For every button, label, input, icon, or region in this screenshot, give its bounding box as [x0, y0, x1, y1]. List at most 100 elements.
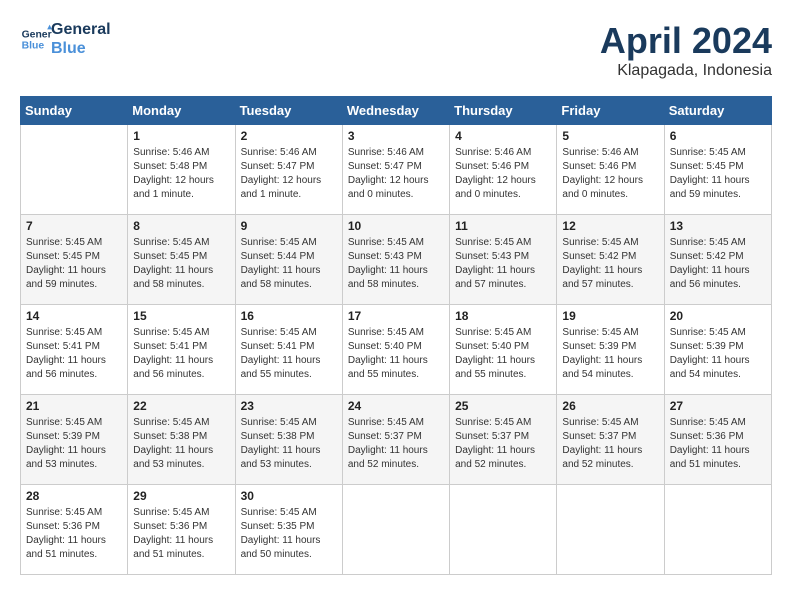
calendar-cell: 15 Sunrise: 5:45 AMSunset: 5:41 PMDayligh…	[128, 305, 235, 395]
calendar-cell: 21Sunrise: 5:45 AMSunset: 5:39 PMDayligh…	[21, 395, 128, 485]
day-number: 18	[455, 309, 551, 323]
day-number: 4	[455, 129, 551, 143]
calendar-cell: 18 Sunrise: 5:45 AMSunset: 5:40 PMDayligh…	[450, 305, 557, 395]
weekday-header-row: SundayMondayTuesdayWednesdayThursdayFrid…	[21, 97, 772, 125]
day-info: Sunrise: 5:45 AMSunset: 5:40 PMDaylight:…	[348, 326, 444, 382]
day-number: 13	[670, 219, 766, 233]
calendar-cell: 3Sunrise: 5:46 AMSunset: 5:47 PMDaylight…	[342, 125, 449, 215]
day-info: Sunrise: 5:46 AMSunset: 5:47 PMDaylight:…	[241, 146, 337, 202]
day-info: Sunrise: 5:45 AMSunset: 5:45 PMDaylight:…	[670, 146, 766, 202]
calendar-cell: 23 Sunrise: 5:45 AMSunset: 5:38 PMDayligh…	[235, 395, 342, 485]
day-number: 19	[562, 309, 658, 323]
calendar-cell: 20 Sunrise: 5:45 AMSunset: 5:39 PMDayligh…	[664, 305, 771, 395]
day-number: 3	[348, 129, 444, 143]
day-info: Sunrise: 5:45 AMSunset: 5:36 PMDaylight:…	[670, 416, 766, 472]
calendar-cell: 12 Sunrise: 5:45 AMSunset: 5:42 PMDayligh…	[557, 215, 664, 305]
day-info: Sunrise: 5:45 AMSunset: 5:45 PMDaylight:…	[133, 236, 229, 292]
week-row-1: 1Sunrise: 5:46 AMSunset: 5:48 PMDaylight…	[21, 125, 772, 215]
svg-text:Blue: Blue	[22, 41, 45, 52]
day-number: 14	[26, 309, 122, 323]
day-info: Sunrise: 5:45 AMSunset: 5:36 PMDaylight:…	[133, 506, 229, 562]
week-row-3: 14 Sunrise: 5:45 AMSunset: 5:41 PMDayligh…	[21, 305, 772, 395]
day-number: 7	[26, 219, 122, 233]
calendar-cell	[664, 485, 771, 575]
weekday-header-wednesday: Wednesday	[342, 97, 449, 125]
calendar-cell: 11 Sunrise: 5:45 AMSunset: 5:43 PMDayligh…	[450, 215, 557, 305]
day-number: 12	[562, 219, 658, 233]
day-info: Sunrise: 5:45 AMSunset: 5:42 PMDaylight:…	[562, 236, 658, 292]
day-number: 22	[133, 399, 229, 413]
day-info: Sunrise: 5:45 AMSunset: 5:37 PMDaylight:…	[348, 416, 444, 472]
week-row-5: 28Sunrise: 5:45 AMSunset: 5:36 PMDayligh…	[21, 485, 772, 575]
day-number: 23	[241, 399, 337, 413]
day-number: 11	[455, 219, 551, 233]
calendar-cell: 8 Sunrise: 5:45 AMSunset: 5:45 PMDaylight…	[128, 215, 235, 305]
calendar-cell: 6Sunrise: 5:45 AMSunset: 5:45 PMDaylight…	[664, 125, 771, 215]
calendar-cell: 17 Sunrise: 5:45 AMSunset: 5:40 PMDayligh…	[342, 305, 449, 395]
calendar-cell: 19 Sunrise: 5:45 AMSunset: 5:39 PMDayligh…	[557, 305, 664, 395]
day-info: Sunrise: 5:45 AMSunset: 5:43 PMDaylight:…	[455, 236, 551, 292]
calendar-cell: 16Sunrise: 5:45 AMSunset: 5:41 PMDayligh…	[235, 305, 342, 395]
day-number: 25	[455, 399, 551, 413]
logo-blue: Blue	[51, 39, 111, 58]
day-info: Sunrise: 5:45 AMSunset: 5:43 PMDaylight:…	[348, 236, 444, 292]
week-row-4: 21Sunrise: 5:45 AMSunset: 5:39 PMDayligh…	[21, 395, 772, 485]
weekday-header-sunday: Sunday	[21, 97, 128, 125]
page-header: General Blue General Blue April 2024 Kla…	[20, 20, 772, 80]
day-info: Sunrise: 5:45 AMSunset: 5:41 PMDaylight:…	[133, 326, 229, 382]
day-info: Sunrise: 5:45 AMSunset: 5:37 PMDaylight:…	[562, 416, 658, 472]
day-info: Sunrise: 5:45 AMSunset: 5:39 PMDaylight:…	[26, 416, 122, 472]
day-number: 16	[241, 309, 337, 323]
day-number: 30	[241, 489, 337, 503]
calendar-cell: 22 Sunrise: 5:45 AMSunset: 5:38 PMDayligh…	[128, 395, 235, 485]
svg-text:General: General	[22, 30, 52, 41]
day-info: Sunrise: 5:45 AMSunset: 5:44 PMDaylight:…	[241, 236, 337, 292]
day-info: Sunrise: 5:45 AMSunset: 5:39 PMDaylight:…	[562, 326, 658, 382]
day-number: 27	[670, 399, 766, 413]
week-row-2: 7 Sunrise: 5:45 AMSunset: 5:45 PMDaylight…	[21, 215, 772, 305]
weekday-header-friday: Friday	[557, 97, 664, 125]
calendar-cell: 29 Sunrise: 5:45 AMSunset: 5:36 PMDayligh…	[128, 485, 235, 575]
weekday-header-monday: Monday	[128, 97, 235, 125]
day-number: 2	[241, 129, 337, 143]
logo: General Blue General Blue	[20, 20, 111, 58]
calendar-cell: 9 Sunrise: 5:45 AMSunset: 5:44 PMDaylight…	[235, 215, 342, 305]
day-info: Sunrise: 5:45 AMSunset: 5:38 PMDaylight:…	[133, 416, 229, 472]
day-info: Sunrise: 5:46 AMSunset: 5:46 PMDaylight:…	[455, 146, 551, 202]
day-info: Sunrise: 5:45 AMSunset: 5:40 PMDaylight:…	[455, 326, 551, 382]
day-number: 20	[670, 309, 766, 323]
logo-icon: General Blue	[20, 23, 52, 55]
day-info: Sunrise: 5:45 AMSunset: 5:35 PMDaylight:…	[241, 506, 337, 562]
calendar-cell: 14 Sunrise: 5:45 AMSunset: 5:41 PMDayligh…	[21, 305, 128, 395]
title-block: April 2024 Klapagada, Indonesia	[600, 20, 772, 80]
day-info: Sunrise: 5:46 AMSunset: 5:48 PMDaylight:…	[133, 146, 229, 202]
weekday-header-thursday: Thursday	[450, 97, 557, 125]
day-info: Sunrise: 5:45 AMSunset: 5:45 PMDaylight:…	[26, 236, 122, 292]
location: Klapagada, Indonesia	[600, 62, 772, 80]
day-number: 15	[133, 309, 229, 323]
day-info: Sunrise: 5:45 AMSunset: 5:38 PMDaylight:…	[241, 416, 337, 472]
calendar-cell: 7 Sunrise: 5:45 AMSunset: 5:45 PMDaylight…	[21, 215, 128, 305]
calendar-cell: 30 Sunrise: 5:45 AMSunset: 5:35 PMDayligh…	[235, 485, 342, 575]
day-info: Sunrise: 5:45 AMSunset: 5:37 PMDaylight:…	[455, 416, 551, 472]
day-number: 29	[133, 489, 229, 503]
calendar-cell: 10Sunrise: 5:45 AMSunset: 5:43 PMDayligh…	[342, 215, 449, 305]
day-info: Sunrise: 5:45 AMSunset: 5:39 PMDaylight:…	[670, 326, 766, 382]
day-number: 26	[562, 399, 658, 413]
calendar-cell: 26 Sunrise: 5:45 AMSunset: 5:37 PMDayligh…	[557, 395, 664, 485]
day-number: 8	[133, 219, 229, 233]
calendar-cell	[450, 485, 557, 575]
day-number: 17	[348, 309, 444, 323]
calendar-cell: 4 Sunrise: 5:46 AMSunset: 5:46 PMDaylight…	[450, 125, 557, 215]
day-number: 9	[241, 219, 337, 233]
day-number: 5	[562, 129, 658, 143]
calendar-cell	[557, 485, 664, 575]
calendar-cell: 27 Sunrise: 5:45 AMSunset: 5:36 PMDayligh…	[664, 395, 771, 485]
calendar-cell: 1Sunrise: 5:46 AMSunset: 5:48 PMDaylight…	[128, 125, 235, 215]
day-info: Sunrise: 5:45 AMSunset: 5:42 PMDaylight:…	[670, 236, 766, 292]
calendar-cell: 28Sunrise: 5:45 AMSunset: 5:36 PMDayligh…	[21, 485, 128, 575]
day-info: Sunrise: 5:46 AMSunset: 5:46 PMDaylight:…	[562, 146, 658, 202]
day-info: Sunrise: 5:45 AMSunset: 5:41 PMDaylight:…	[26, 326, 122, 382]
weekday-header-tuesday: Tuesday	[235, 97, 342, 125]
calendar-cell: 25 Sunrise: 5:45 AMSunset: 5:37 PMDayligh…	[450, 395, 557, 485]
